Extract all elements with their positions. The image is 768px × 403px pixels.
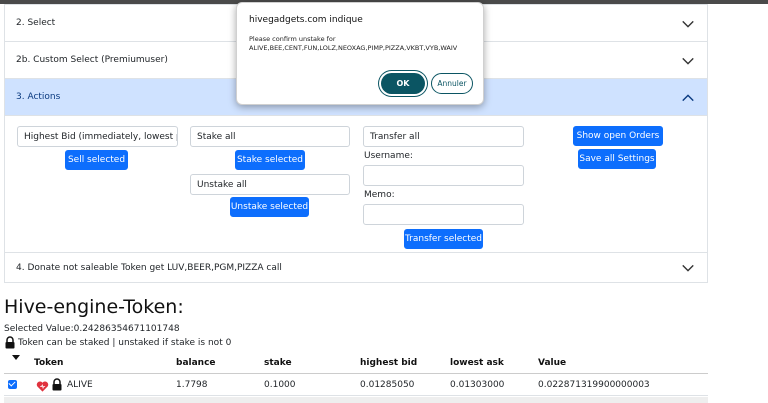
token-stake: 0.1000 <box>264 380 296 390</box>
unstake-selected-button[interactable]: Unstake selected <box>230 197 309 217</box>
ok-button[interactable]: OK <box>381 73 425 94</box>
column-header[interactable]: stake <box>264 358 292 368</box>
token-balance: 1.7798 <box>176 380 208 390</box>
confirm-dialog: hivegadgets.com indique Please confirm u… <box>236 2 484 105</box>
column-header[interactable]: lowest ask <box>450 358 504 368</box>
unstake-select[interactable]: Unstake all <box>190 174 350 195</box>
dialog-message: Please confirm unstake for ALIVE,BEE,CEN… <box>249 35 477 53</box>
save-all-settings-button[interactable]: Save all Settings <box>578 149 656 169</box>
token-value: 0.022871319900000003 <box>538 380 650 390</box>
column-header[interactable]: Token <box>34 358 63 368</box>
stake-note-text: Token can be staked | unstaked if stake … <box>18 337 232 348</box>
table-row <box>4 397 708 403</box>
memo-label: Memo: <box>364 190 395 200</box>
lock-icon <box>4 336 16 349</box>
cancel-button[interactable]: Annuler <box>431 73 473 94</box>
heart-icon <box>36 378 49 392</box>
stake-selected-button[interactable]: Stake selected <box>235 150 305 170</box>
accordion-item-donate[interactable]: 4. Donate not saleable Token get LUV,BEE… <box>5 252 707 282</box>
lock-icon <box>51 378 63 391</box>
token-highest-bid: 0.01285050 <box>360 380 415 390</box>
column-header[interactable]: balance <box>176 358 216 368</box>
dialog-message-line: ALIVE,BEE,CENT,FUN,LOLZ,NEOXAG,PIMP,PIZZ… <box>249 44 458 52</box>
token-name: ALIVE <box>67 380 93 390</box>
stake-note: Token can be staked | unstaked if stake … <box>4 336 231 349</box>
stake-select[interactable]: Stake all <box>190 126 350 147</box>
column-header[interactable]: Value <box>538 358 566 368</box>
selected-value: Selected Value:0.24286354671101748 <box>4 324 180 334</box>
column-header[interactable]: highest bid <box>360 358 417 368</box>
accordion-item-label: 3. Actions <box>16 92 61 102</box>
table-row[interactable]: ALIVE 1.7798 0.1000 0.01285050 0.0130300… <box>4 374 708 396</box>
accordion-item-label: 4. Donate not saleable Token get LUV,BEE… <box>16 262 282 273</box>
sort-triangle-icon[interactable] <box>12 355 20 360</box>
username-label: Username: <box>364 151 413 161</box>
dialog-message-line: Please confirm unstake for <box>249 35 336 43</box>
row-checkbox[interactable] <box>8 380 17 389</box>
chevron-down-icon <box>681 54 695 68</box>
sell-selected-button[interactable]: Sell selected <box>65 150 128 170</box>
transfer-select[interactable]: Transfer all <box>363 126 524 147</box>
memo-field[interactable] <box>363 204 524 225</box>
chevron-down-icon <box>681 17 695 31</box>
transfer-selected-button[interactable]: Transfer selected <box>404 229 483 249</box>
sell-mode-select[interactable]: Highest Bid (immediately, lowest prof <box>17 126 178 147</box>
dialog-title: hivegadgets.com indique <box>249 15 363 25</box>
chevron-down-icon <box>681 261 695 275</box>
username-field[interactable] <box>363 165 524 186</box>
chevron-up-icon <box>681 91 695 105</box>
token-table-header: Token balance stake highest bid lowest a… <box>4 352 708 374</box>
actions-panel: Highest Bid (immediately, lowest prof Se… <box>5 115 707 252</box>
accordion-item-label: 2b. Custom Select (Premiumuser) <box>16 55 168 65</box>
token-lowest-ask: 0.01303000 <box>450 380 505 390</box>
accordion-item-label: 2. Select <box>16 18 56 28</box>
page-title: Hive-engine-Token: <box>4 296 184 318</box>
show-open-orders-button[interactable]: Show open Orders <box>573 126 663 146</box>
